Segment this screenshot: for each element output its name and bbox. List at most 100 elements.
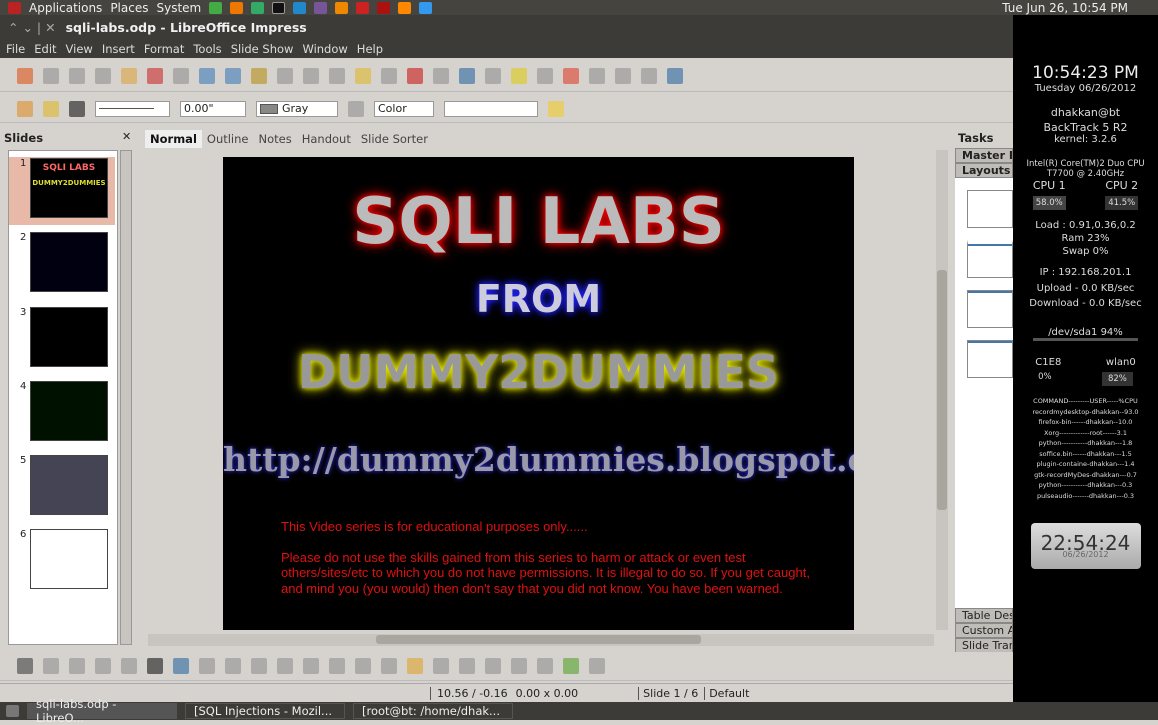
redo-icon[interactable] [381,67,397,84]
menu-window[interactable]: Window [302,42,347,56]
layout-title-content[interactable] [967,240,1013,278]
teamviewer-icon[interactable] [293,1,307,14]
layout-title-2rows[interactable] [967,340,1013,378]
office-icon[interactable] [377,1,391,14]
callouts-icon[interactable] [329,658,345,674]
gallery-icon[interactable] [589,67,605,84]
menu-edit[interactable]: Edit [34,42,56,56]
paste-icon[interactable] [303,67,319,84]
tab-notes[interactable]: Notes [254,130,297,148]
task-libreoffice[interactable]: sqli-labs.odp - LibreO... [27,697,177,725]
undo-icon[interactable] [355,67,371,84]
section-table-design[interactable]: Table Design [955,608,1013,623]
terminal-icon[interactable] [272,1,286,14]
arrow-tool-icon[interactable] [69,658,85,674]
slide-thumbnail-5[interactable] [30,455,108,515]
firefox-icon[interactable] [230,1,244,14]
glue-icon[interactable] [407,658,423,674]
zoom-icon[interactable] [537,67,553,84]
task-terminal[interactable]: [root@bt: /home/dhak... [353,703,513,719]
menu-view[interactable]: View [66,42,93,56]
area-fill-select[interactable] [444,100,538,117]
spellcheck-icon[interactable] [199,67,215,84]
chart-icon[interactable] [407,67,423,84]
select-icon[interactable] [17,658,33,674]
symbol-shapes-icon[interactable] [251,658,267,674]
acrobat-icon[interactable] [356,1,370,14]
points-icon[interactable] [511,67,527,84]
slide-thumbnail-6[interactable] [30,529,108,589]
line-style-select[interactable] [95,100,170,117]
slide-thumbnail-2[interactable] [30,232,108,292]
menu-tools[interactable]: Tools [193,42,221,56]
slide-thumbnail-1[interactable]: SQLI LABS DUMMY2DUMMIES [30,158,108,218]
curve-icon[interactable] [173,658,189,674]
backtrack-logo-icon[interactable] [8,1,21,14]
tab-handout[interactable]: Handout [297,130,356,148]
section-slide-transition[interactable]: Slide Transition [955,638,1013,653]
chrome-icon[interactable] [251,1,265,14]
insert-image-icon[interactable] [459,658,475,674]
shadow-icon[interactable] [548,100,564,117]
stars-icon[interactable] [355,658,371,674]
export-pdf-icon[interactable] [147,67,163,84]
email-icon[interactable] [95,67,111,84]
menu-applications[interactable]: Applications [29,1,102,15]
layout-blank[interactable] [967,190,1013,228]
copy-icon[interactable] [277,67,293,84]
section-master-pages[interactable]: Master Pages [955,148,1013,163]
grid-icon[interactable] [485,67,501,84]
menu-help[interactable]: Help [357,42,383,56]
close-icon[interactable]: ✕ [122,130,131,143]
fontwork-icon[interactable] [433,658,449,674]
menu-file[interactable]: File [6,42,25,56]
xchat-icon[interactable] [335,1,349,14]
navigator-icon[interactable] [459,67,475,84]
area-icon[interactable] [348,100,364,117]
ellipse-icon[interactable] [121,658,137,674]
dropbox-icon[interactable] [419,1,433,14]
block-arrows-icon[interactable] [277,658,293,674]
menu-places[interactable]: Places [110,1,148,15]
menu-slide-show[interactable]: Slide Show [231,42,294,56]
window-controls-icon[interactable]: ⌃ ⌄ | ✕ [8,20,56,35]
presentation-icon[interactable] [667,67,683,84]
pidgin-icon[interactable] [314,1,328,14]
arrange-icon[interactable] [563,658,579,674]
tab-slide-sorter[interactable]: Slide Sorter [356,130,433,148]
help-icon[interactable] [563,67,579,84]
line-width-field[interactable]: 0.00" [180,100,246,117]
slide-thumbnail-3[interactable] [30,307,108,367]
tab-normal[interactable]: Normal [145,130,202,148]
arrow-style-icon[interactable] [69,100,85,117]
line-icon[interactable] [43,100,59,117]
clone-icon[interactable] [329,67,345,84]
styles-icon[interactable] [17,100,33,117]
extrusion-icon[interactable] [589,658,605,674]
task-firefox[interactable]: [SQL Injections - Mozil... [185,703,345,719]
layout-title-2content[interactable] [967,290,1013,328]
rotate-icon[interactable] [511,658,527,674]
section-custom-animation[interactable]: Custom Animation [955,623,1013,638]
print-icon[interactable] [173,67,189,84]
slide-thumbnail-4[interactable] [30,381,108,441]
vertical-scrollbar[interactable] [936,150,948,630]
slide-layout-icon[interactable] [615,67,631,84]
save-icon[interactable] [69,67,85,84]
table-icon[interactable] [433,67,449,84]
basic-shapes-icon[interactable] [225,658,241,674]
area-style-select[interactable]: Color [374,100,434,117]
clock[interactable]: Tue Jun 26, 10:54 PM [1002,1,1128,15]
slides-scrollbar[interactable] [120,150,132,645]
menu-insert[interactable]: Insert [102,42,135,56]
connector-icon[interactable] [199,658,215,674]
slide-canvas[interactable]: SQLI LABS FROM DUMMY2DUMMIES http://dumm… [223,157,854,630]
tab-outline[interactable]: Outline [202,130,254,148]
flowchart-icon[interactable] [303,658,319,674]
rectangle-icon[interactable] [95,658,111,674]
slide-design-icon[interactable] [641,67,657,84]
edit-file-icon[interactable] [121,67,137,84]
open-icon[interactable] [43,67,59,84]
points-tool-icon[interactable] [381,658,397,674]
line-color-select[interactable]: Gray [256,100,338,117]
